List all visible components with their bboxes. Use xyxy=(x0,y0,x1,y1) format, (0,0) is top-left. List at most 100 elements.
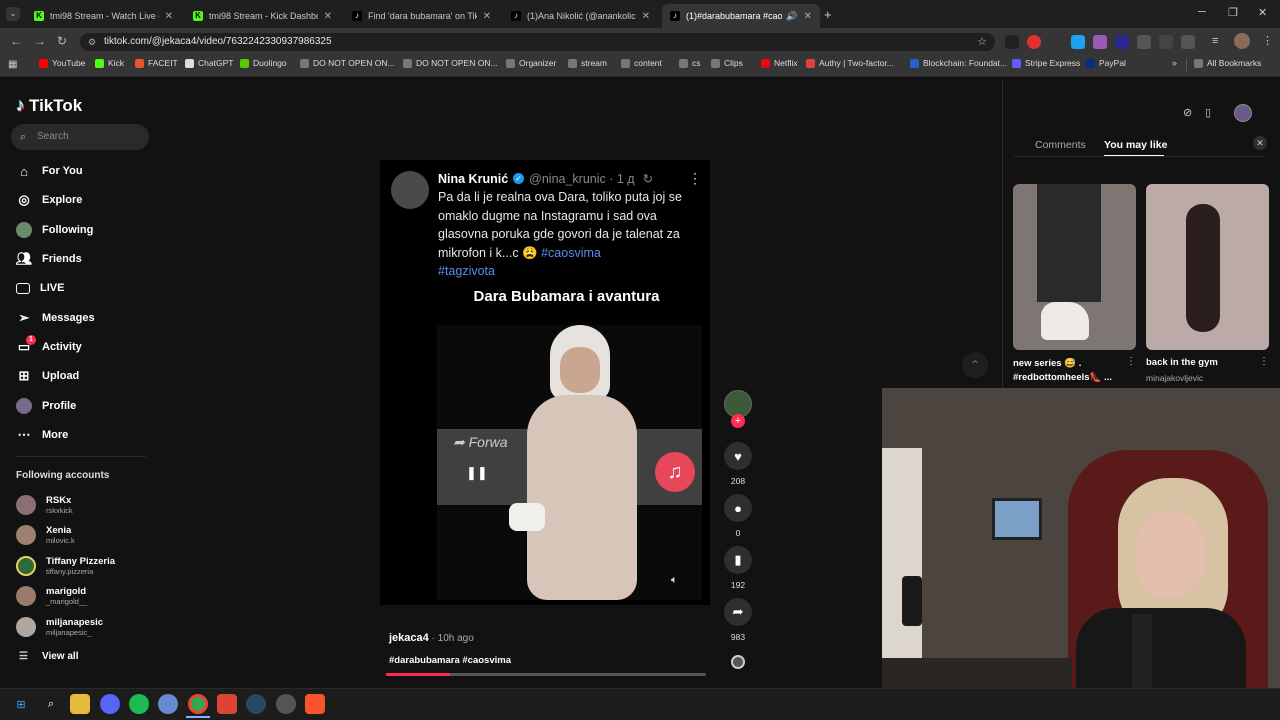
extension-icon[interactable] xyxy=(1071,35,1085,49)
device-icon[interactable]: ▯ xyxy=(1205,106,1211,119)
nav-more[interactable]: ⋯ More xyxy=(16,425,69,445)
extensions-puzzle-icon[interactable] xyxy=(1181,35,1195,49)
search-input[interactable]: ⌕ Search xyxy=(11,124,149,150)
tab-comments[interactable]: Comments xyxy=(1035,139,1086,151)
nav-profile[interactable]: Profile xyxy=(16,396,76,416)
bookmark-item[interactable]: stream xyxy=(568,58,607,68)
hashtag[interactable]: #caosvima xyxy=(541,246,601,260)
close-icon[interactable]: ✕ xyxy=(483,11,491,22)
bookmark-item[interactable]: Blockchain: Foundat... xyxy=(910,58,1007,68)
share-button[interactable]: ➦ xyxy=(724,598,752,626)
bookmark-item[interactable]: PayPal xyxy=(1086,58,1126,68)
following-account[interactable]: miljanapesic miljanapesic_ xyxy=(16,614,103,640)
post-hashtags[interactable]: #darabubamara #caosvima xyxy=(389,655,511,666)
view-all-link[interactable]: ☰ View all xyxy=(19,651,78,662)
profile-avatar[interactable] xyxy=(1234,33,1250,49)
comment-button[interactable]: ● xyxy=(724,494,752,522)
following-account[interactable]: Tiffany Pizzeria tiffany.pizzeria xyxy=(16,553,115,579)
nav-friends[interactable]: 👥︎ Friends xyxy=(16,249,82,269)
bookmark-item[interactable]: content xyxy=(621,58,662,68)
bookmark-item[interactable]: Organizer xyxy=(506,58,556,68)
compass-icon[interactable]: ⊘ xyxy=(1183,106,1192,119)
nav-activity[interactable]: ▭ 1 Activity xyxy=(16,335,82,357)
nav-messages[interactable]: ➢ Messages xyxy=(16,308,95,328)
browser-tab-3[interactable]: ♪ Find 'dara bubamara' on TikTok ✕ xyxy=(344,4,499,28)
nav-live[interactable]: LIVE xyxy=(16,278,64,298)
reload-icon[interactable]: ↻ xyxy=(57,34,67,48)
uploader-name[interactable]: jekaca4 xyxy=(389,632,429,644)
app-icon[interactable] xyxy=(217,694,237,714)
browser-tab-5-active[interactable]: ♪ (1)#darabubamara #caosvi🔊 ✕ xyxy=(662,4,820,28)
chrome-icon[interactable] xyxy=(188,694,208,714)
save-button[interactable]: ▮ xyxy=(724,546,752,574)
following-account[interactable]: Xenia milovic.k xyxy=(16,522,75,548)
bookmark-item[interactable]: Stripe Express xyxy=(1012,58,1080,68)
window-close-icon[interactable]: ✕ xyxy=(1258,6,1267,19)
card-more-icon[interactable]: ⋮ xyxy=(1259,356,1269,367)
tiktok-logo[interactable]: ♪ TikTok xyxy=(16,95,82,116)
tab-you-may-like[interactable]: You may like xyxy=(1104,139,1167,151)
extension-icon[interactable] xyxy=(1093,35,1107,49)
close-icon[interactable]: ✕ xyxy=(324,11,332,22)
bookmark-item[interactable]: Kick xyxy=(95,58,124,68)
apps-grid-icon[interactable]: ▦ xyxy=(8,59,17,70)
steam-icon[interactable] xyxy=(246,694,266,714)
nav-upload[interactable]: ⊞ Upload xyxy=(16,366,80,386)
address-bar[interactable]: ⚙ tiktok.com/@jekaca4/video/763224233093… xyxy=(80,33,995,51)
discord-icon[interactable] xyxy=(100,694,120,714)
extension-icon[interactable] xyxy=(1115,35,1129,49)
browser-tab-1[interactable]: K tmi98 Stream - Watch Live on K ✕ xyxy=(26,4,181,28)
pause-icon[interactable]: ❚❚ xyxy=(466,465,488,481)
all-bookmarks[interactable]: All Bookmarks xyxy=(1194,58,1261,68)
bookmark-item[interactable]: DO NOT OPEN ON... xyxy=(300,58,395,68)
app-icon[interactable] xyxy=(158,694,178,714)
close-icon[interactable]: ✕ xyxy=(642,11,650,22)
bookmark-item[interactable]: ChatGPT xyxy=(185,58,233,68)
recommended-video-card[interactable] xyxy=(1146,184,1269,350)
windows-start-icon[interactable]: ⊞ xyxy=(11,694,31,714)
browser-tab-2[interactable]: K tmi98 Stream - Kick Dashboard ✕ xyxy=(185,4,340,28)
forward-icon[interactable]: → xyxy=(34,34,46,48)
video-frame[interactable]: ➦ Forwa ❚❚ ♫ 🔈︎ xyxy=(437,325,702,600)
close-panel-icon[interactable]: ✕ xyxy=(1253,136,1267,150)
user-avatar[interactable] xyxy=(1234,104,1252,122)
site-info-icon[interactable]: ⚙ xyxy=(88,33,96,51)
bookmark-item[interactable]: DO NOT OPEN ON... xyxy=(403,58,498,68)
following-account[interactable]: marigold _marigold__ xyxy=(16,583,87,609)
close-icon[interactable]: ✕ xyxy=(804,11,812,22)
brave-icon[interactable] xyxy=(305,694,325,714)
like-button[interactable]: ♥ xyxy=(724,442,752,470)
nav-following[interactable]: Following xyxy=(16,220,93,240)
extension-icon[interactable] xyxy=(1049,35,1063,49)
hashtag[interactable]: #tagzivota xyxy=(438,262,704,281)
extension-icon[interactable] xyxy=(1159,35,1173,49)
sidebar-toggle-icon[interactable]: ≡ xyxy=(1212,35,1218,47)
bookmark-item[interactable]: cs xyxy=(679,58,701,68)
app-icon[interactable] xyxy=(276,694,296,714)
bookmark-item[interactable]: Clips xyxy=(711,58,743,68)
bookmark-star-icon[interactable]: ☆ xyxy=(977,33,987,51)
bookmarks-overflow-icon[interactable]: » xyxy=(1172,58,1177,68)
maximize-icon[interactable]: ❐ xyxy=(1228,6,1238,19)
spotify-icon[interactable] xyxy=(129,694,149,714)
extension-icon[interactable] xyxy=(1005,35,1019,49)
file-explorer-icon[interactable] xyxy=(70,694,90,714)
card-more-icon[interactable]: ⋮ xyxy=(1126,356,1136,367)
more-options-icon[interactable]: ⋮ xyxy=(688,170,702,187)
bookmark-item[interactable]: YouTube xyxy=(39,58,85,68)
browser-tab-4[interactable]: ♪ (1)Ana Nikolić (@anankolicoffi ✕ xyxy=(503,4,658,28)
new-tab-button[interactable]: + xyxy=(824,7,832,22)
nav-explore[interactable]: ◎ Explore xyxy=(16,190,82,210)
tab-search-icon[interactable]: ⌄ xyxy=(6,7,20,21)
volume-icon[interactable]: 🔈︎ xyxy=(671,574,678,587)
extension-icon[interactable] xyxy=(1027,35,1041,49)
bookmark-item[interactable]: Netflix xyxy=(761,58,798,68)
speaker-icon[interactable]: 🔊 xyxy=(786,11,797,22)
minimize-icon[interactable]: ─ xyxy=(1198,6,1206,18)
recommended-video-card[interactable] xyxy=(1013,184,1136,350)
bookmark-item[interactable]: FACEIT xyxy=(135,58,178,68)
video-progress-bar[interactable] xyxy=(386,673,706,676)
chrome-menu-icon[interactable]: ⋮ xyxy=(1262,34,1273,47)
scroll-up-icon[interactable]: ⌃ xyxy=(962,352,988,378)
search-icon[interactable]: ⌕ xyxy=(41,694,61,714)
